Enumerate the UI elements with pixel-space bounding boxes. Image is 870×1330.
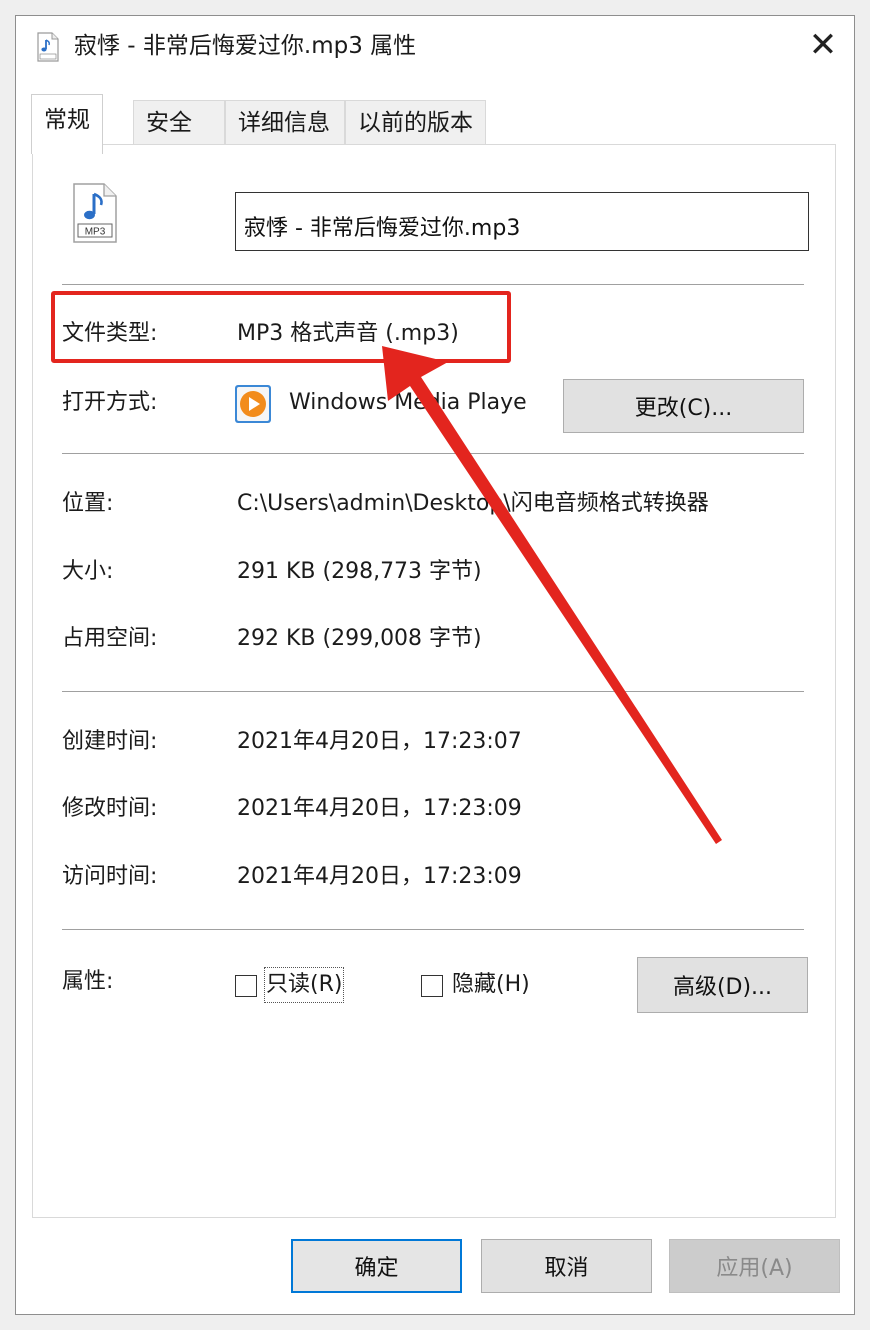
cancel-button[interactable]: 取消 [481,1239,652,1293]
size-label: 大小: [62,559,114,584]
tab-previous-versions-label: 以前的版本 [358,110,473,136]
accessed-value: 2021年4月20日，17:23:09 [237,864,522,889]
open-with-label: 打开方式: [62,390,158,415]
size-value: 291 KB (298,773 字节) [237,559,482,584]
location-label: 位置: [62,491,114,516]
ok-button[interactable]: 确定 [291,1239,462,1293]
advanced-button[interactable]: 高级(D)... [637,957,808,1013]
annotation-highlight-box [51,291,511,363]
mp3-file-icon [37,32,59,62]
mp3-badge-text: MP3 [85,227,106,238]
created-label: 创建时间: [62,729,158,754]
separator [62,929,804,930]
size-on-disk-label: 占用空间: [62,626,158,651]
tab-details-label: 详细信息 [238,110,330,136]
tab-security[interactable]: 安全 [133,100,225,146]
modified-label: 修改时间: [62,796,158,821]
apply-button[interactable]: 应用(A) [669,1239,840,1293]
separator [62,284,804,285]
separator [62,691,804,692]
window-title: 寂悸 - 非常后悔爱过你.mp3 属性 [74,33,417,59]
attributes-label: 属性: [62,969,114,994]
properties-dialog: 寂悸 - 非常后悔爱过你.mp3 属性 ✕ 常规 安全 详细信息 以前的版本 M… [15,15,855,1315]
readonly-label[interactable]: 只读(R) [263,967,345,1003]
hidden-label[interactable]: 隐藏(H) [452,969,530,1001]
separator [62,453,804,454]
open-with-value: Windows Media Playe [289,390,527,415]
mp3-file-icon: MP3 [73,183,117,243]
created-value: 2021年4月20日，17:23:07 [237,729,522,754]
close-icon: ✕ [808,25,838,65]
hidden-checkbox[interactable] [421,975,443,997]
title-bar: 寂悸 - 非常后悔爱过你.mp3 属性 ✕ [16,16,854,78]
readonly-checkbox[interactable] [235,975,257,997]
tab-previous-versions[interactable]: 以前的版本 [345,100,486,146]
file-name-input[interactable] [235,192,809,251]
tab-details[interactable]: 详细信息 [225,100,345,146]
windows-media-player-icon [235,385,271,423]
accessed-label: 访问时间: [62,864,158,889]
tab-general[interactable]: 常规 [31,94,103,154]
tab-general-label: 常规 [44,107,90,133]
change-open-with-button[interactable]: 更改(C)... [563,379,804,433]
close-button[interactable]: ✕ [792,16,854,74]
size-on-disk-value: 292 KB (299,008 字节) [237,626,482,651]
tab-security-label: 安全 [146,110,192,136]
location-value: C:\Users\admin\Desktop\闪电音频格式转换器 [237,491,709,516]
modified-value: 2021年4月20日，17:23:09 [237,796,522,821]
